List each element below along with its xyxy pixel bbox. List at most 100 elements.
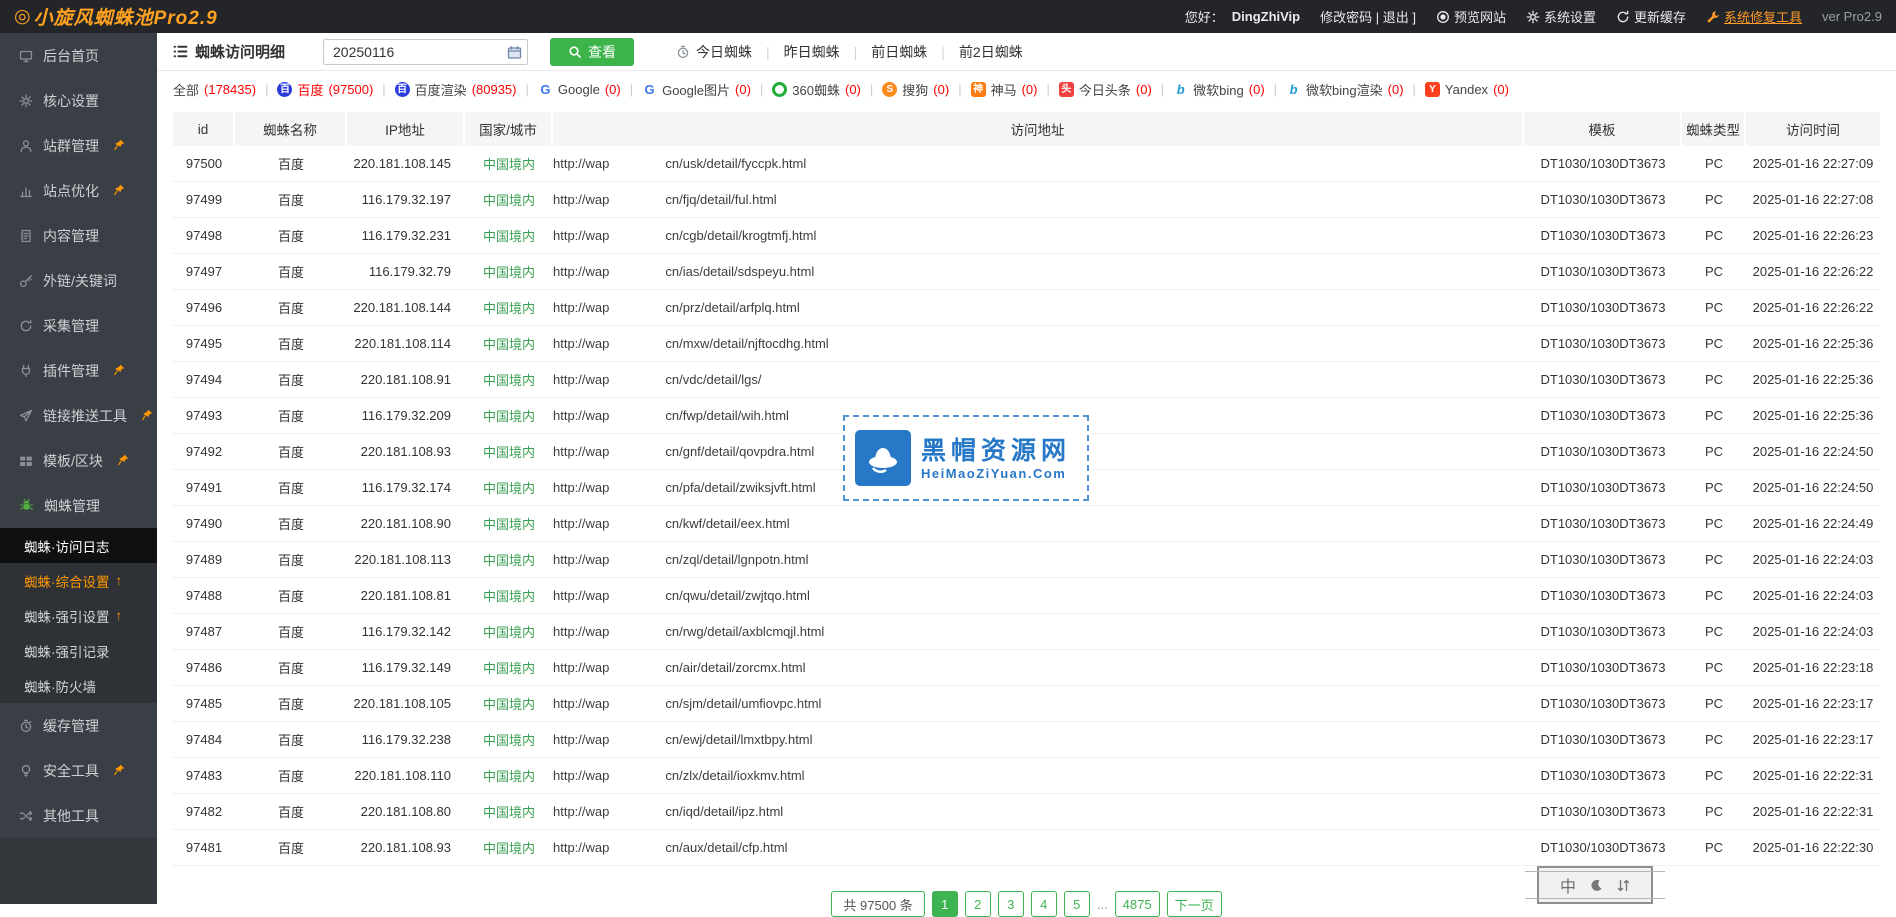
cell-url: http://wapcn/aux/detail/cfp.html	[553, 830, 1524, 865]
separator: |	[630, 82, 633, 97]
sidebar-item-10[interactable]: 蜘蛛管理	[0, 483, 157, 528]
url-path: cn/cgb/detail/krogtmfj.html	[665, 228, 816, 243]
cell-template: DT1030/1030DT3673	[1524, 650, 1682, 685]
cell-ip: 220.181.108.105	[347, 686, 465, 721]
page-3[interactable]: 3	[998, 891, 1024, 917]
greeting-text: 您好：	[1185, 7, 1224, 26]
sidebar-item-13[interactable]: 其他工具	[0, 793, 157, 838]
filter-8[interactable]: 头今日头条(0)	[1059, 80, 1152, 99]
separator: |	[382, 82, 385, 97]
filter-1[interactable]: 百百度(97500)	[277, 80, 373, 99]
ime-moon-icon[interactable]	[1590, 879, 1603, 892]
filter-2[interactable]: 百百度渲染(80935)	[395, 80, 517, 99]
quick-link-1[interactable]: 昨日蜘蛛	[784, 42, 840, 62]
col-header-5: 模板	[1524, 112, 1682, 146]
table-row: 97498百度116.179.32.231中国境内http://wapcn/cg…	[173, 218, 1880, 254]
cell-type: PC	[1682, 218, 1746, 253]
cell-ip: 116.179.32.149	[347, 650, 465, 685]
page-last[interactable]: 4875	[1115, 891, 1160, 917]
col-header-0: id	[173, 112, 235, 146]
cell-ip: 220.181.108.91	[347, 362, 465, 397]
table-row: 97493百度116.179.32.209中国境内http://wapcn/fw…	[173, 398, 1880, 434]
next-page-button[interactable]: 下一页	[1167, 891, 1222, 917]
account-links[interactable]: 修改密码 | 退出 ]	[1320, 7, 1416, 26]
sidebar-item-1[interactable]: 核心设置	[0, 78, 157, 123]
quick-link-3[interactable]: 前2日蜘蛛	[959, 42, 1023, 62]
topnav-2[interactable]: 更新缓存	[1616, 7, 1686, 26]
filter-count: (0)	[735, 82, 751, 97]
filter-0[interactable]: 全部(178435)	[173, 80, 256, 99]
sidebar-subitem-2[interactable]: 蜘蛛·强引设置↑	[0, 598, 157, 633]
page-4[interactable]: 4	[1031, 891, 1057, 917]
sidebar-subitem-4[interactable]: 蜘蛛·防火墙	[0, 668, 157, 703]
sidebar-item-12[interactable]: 安全工具	[0, 748, 157, 793]
separator: |	[1274, 82, 1277, 97]
date-input[interactable]	[323, 39, 528, 65]
baidu-icon: 百	[277, 82, 292, 97]
cell-region: 中国境内	[465, 362, 553, 397]
quick-link-0[interactable]: 今日蜘蛛	[676, 42, 752, 62]
pin-icon	[112, 764, 125, 777]
table-row: 97482百度220.181.108.80中国境内http://wapcn/iq…	[173, 794, 1880, 830]
url-path: cn/ewj/detail/lmxtbpy.html	[665, 732, 812, 747]
filter-7[interactable]: 神神马(0)	[971, 80, 1038, 99]
cell-region: 中国境内	[465, 506, 553, 541]
cell-region: 中国境内	[465, 578, 553, 613]
sidebar-item-11[interactable]: 缓存管理	[0, 703, 157, 748]
quick-link-2[interactable]: 前日蜘蛛	[871, 42, 927, 62]
url-prefix: http://wap	[553, 156, 609, 171]
filter-6[interactable]: S搜狗(0)	[882, 80, 949, 99]
cell-id: 97484	[173, 722, 235, 757]
filter-count: (0)	[845, 82, 861, 97]
filter-10[interactable]: b微软bing渲染(0)	[1286, 80, 1403, 99]
filter-3[interactable]: GGoogle(0)	[538, 82, 621, 97]
ime-lang-label[interactable]: 中	[1560, 873, 1576, 897]
url-prefix: http://wap	[553, 228, 609, 243]
cell-spider-name: 百度	[235, 182, 347, 217]
page-2[interactable]: 2	[965, 891, 991, 917]
cell-region: 中国境内	[465, 434, 553, 469]
sidebar-subitem-1[interactable]: 蜘蛛·综合设置↑	[0, 563, 157, 598]
sidebar-item-2[interactable]: 站群管理	[0, 123, 157, 168]
topnav-label: 更新缓存	[1634, 7, 1686, 26]
calendar-icon[interactable]	[507, 45, 522, 60]
view-button[interactable]: 查看	[550, 38, 634, 66]
cell-url: http://wapcn/rwg/detail/axblcmqjl.html	[553, 614, 1524, 649]
cell-template: DT1030/1030DT3673	[1524, 722, 1682, 757]
filter-9[interactable]: b微软bing(0)	[1173, 80, 1264, 99]
username[interactable]: DingZhiVip	[1232, 9, 1300, 24]
sidebar-item-6[interactable]: 采集管理	[0, 303, 157, 348]
topnav-0[interactable]: 预览网站	[1436, 7, 1506, 26]
col-header-4: 访问地址	[553, 112, 1524, 146]
ime-language-bar[interactable]: 中	[1537, 866, 1653, 904]
separator: |	[1161, 82, 1164, 97]
cell-url: http://wapcn/zlx/detail/ioxkmv.html	[553, 758, 1524, 793]
sidebar-item-7[interactable]: 插件管理	[0, 348, 157, 393]
shenma-icon: 神	[971, 82, 986, 97]
sidebar-item-4[interactable]: 内容管理	[0, 213, 157, 258]
sidebar-subitem-0[interactable]: 蜘蛛·访问日志	[0, 528, 157, 563]
sidebar-subitem-3[interactable]: 蜘蛛·强引记录	[0, 633, 157, 668]
cell-time: 2025-01-16 22:23:17	[1746, 722, 1880, 757]
page-1[interactable]: 1	[932, 891, 958, 917]
cell-template: DT1030/1030DT3673	[1524, 470, 1682, 505]
sidebar-item-9[interactable]: 模板/区块	[0, 438, 157, 483]
cell-url: http://wapcn/fjq/detail/ful.html	[553, 182, 1524, 217]
topnav-3[interactable]: 系统修复工具	[1706, 7, 1802, 26]
cell-type: PC	[1682, 470, 1746, 505]
topnav-1[interactable]: 系统设置	[1526, 7, 1596, 26]
cell-spider-name: 百度	[235, 542, 347, 577]
sidebar-item-8[interactable]: 链接推送工具	[0, 393, 157, 438]
sidebar-item-3[interactable]: 站点优化	[0, 168, 157, 213]
cell-region: 中国境内	[465, 542, 553, 577]
sidebar-item-0[interactable]: 后台首页	[0, 33, 157, 78]
filter-4[interactable]: GGoogle图片(0)	[642, 80, 751, 99]
cell-ip: 220.181.108.90	[347, 506, 465, 541]
filter-11[interactable]: YYandex(0)	[1425, 82, 1509, 97]
page-5[interactable]: 5	[1064, 891, 1090, 917]
pagination-ellipsis: ...	[1097, 897, 1108, 912]
quick-link-label: 前2日蜘蛛	[959, 42, 1023, 62]
filter-5[interactable]: 360蜘蛛(0)	[772, 80, 861, 99]
sidebar-item-5[interactable]: 外链/关键词	[0, 258, 157, 303]
ime-toggle-icon[interactable]	[1617, 879, 1630, 892]
